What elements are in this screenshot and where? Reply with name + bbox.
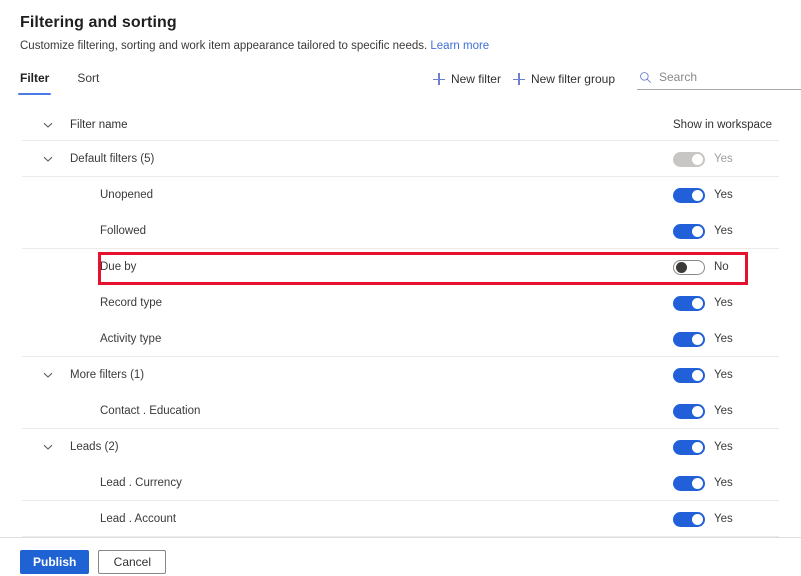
tab-sort[interactable]: Sort: [75, 69, 101, 95]
toggle-label: No: [714, 261, 729, 273]
show-in-workspace-cell: Yes: [673, 475, 733, 491]
chevron-down-icon[interactable]: [42, 369, 54, 381]
table-row[interactable]: Lead . Account Yes: [0, 501, 801, 537]
toggle-label: Yes: [714, 513, 733, 525]
new-filter-button[interactable]: New filter: [427, 69, 507, 89]
show-in-workspace-toggle[interactable]: [673, 511, 705, 527]
footer-actions: Publish Cancel: [20, 550, 167, 574]
show-in-workspace-cell: No: [673, 259, 729, 275]
search-icon: [640, 71, 652, 83]
toggle-label: Yes: [714, 153, 733, 165]
show-in-workspace-toggle[interactable]: [673, 259, 705, 275]
page-subtitle: Customize filtering, sorting and work it…: [20, 39, 781, 53]
toggle-knob: [692, 477, 703, 489]
cancel-button[interactable]: Cancel: [98, 550, 167, 574]
toggle-knob: [692, 153, 703, 165]
show-in-workspace-cell: Yes: [673, 151, 733, 167]
show-in-workspace-toggle[interactable]: [673, 295, 705, 311]
page-title: Filtering and sorting: [20, 14, 177, 31]
toggle-knob: [676, 261, 687, 273]
search-box[interactable]: [637, 68, 801, 90]
show-in-workspace-toggle[interactable]: [673, 439, 705, 455]
show-in-workspace-cell: Yes: [673, 223, 733, 239]
toggle-label: Yes: [714, 333, 733, 345]
new-filter-group-button[interactable]: New filter group: [507, 69, 621, 89]
toggle-label: Yes: [714, 369, 733, 381]
show-in-workspace-toggle[interactable]: [673, 223, 705, 239]
table-row[interactable]: Leads (2) Yes: [0, 429, 801, 465]
search-input[interactable]: [659, 70, 799, 84]
show-in-workspace-toggle[interactable]: [673, 403, 705, 419]
tab-filter[interactable]: Filter: [18, 69, 52, 95]
table-header-row: Filter name Show in workspace: [0, 109, 801, 141]
new-filter-label: New filter: [450, 72, 501, 86]
command-bar-actions: New filter New filter group: [427, 68, 801, 90]
toggle-knob: [692, 513, 703, 525]
learn-more-link[interactable]: Learn more: [430, 40, 489, 52]
table-row[interactable]: Unopened Yes: [0, 177, 801, 213]
show-in-workspace-cell: Yes: [673, 439, 733, 455]
tab-list: Filter Sort: [18, 69, 101, 95]
show-in-workspace-toggle[interactable]: [673, 187, 705, 203]
toggle-knob: [692, 405, 703, 417]
table-row[interactable]: Due by No: [0, 249, 801, 285]
table-row[interactable]: Lead . Currency Yes: [0, 465, 801, 501]
command-bar: Filter Sort New filter New filter group: [0, 65, 801, 107]
footer-divider: [0, 537, 801, 538]
publish-button[interactable]: Publish: [20, 550, 90, 574]
toggle-label: Yes: [714, 297, 733, 309]
table-row[interactable]: Followed Yes: [0, 213, 801, 249]
plus-icon: [512, 73, 525, 85]
toggle-label: Yes: [714, 405, 733, 417]
table-row[interactable]: Activity type Yes: [0, 321, 801, 357]
row-expand-cell[interactable]: [0, 369, 70, 381]
toggle-knob: [692, 369, 703, 381]
filters-table: Filter name Show in workspace Default fi…: [0, 109, 801, 537]
toggle-label: Yes: [714, 225, 733, 237]
show-in-workspace-cell: Yes: [673, 187, 733, 203]
toggle-label: Yes: [714, 189, 733, 201]
table-row[interactable]: More filters (1) Yes: [0, 357, 801, 393]
page-subtitle-text: Customize filtering, sorting and work it…: [20, 40, 428, 52]
toggle-knob: [692, 297, 703, 309]
new-filter-group-label: New filter group: [530, 72, 615, 86]
page-header: Filtering and sorting Customize filterin…: [0, 0, 801, 53]
table-row[interactable]: Record type Yes: [0, 285, 801, 321]
toggle-knob: [692, 333, 703, 345]
plus-icon: [432, 73, 445, 85]
collapse-all-cell[interactable]: [0, 119, 70, 131]
chevron-down-icon[interactable]: [42, 441, 54, 453]
chevron-down-icon[interactable]: [42, 119, 54, 131]
table-body: Default filters (5) Yes Unopened Yes Followe…: [0, 141, 801, 537]
toggle-knob: [692, 441, 703, 453]
show-in-workspace-cell: Yes: [673, 295, 733, 311]
show-in-workspace-cell: Yes: [673, 511, 733, 527]
column-header-show-in-workspace: Show in workspace: [673, 119, 773, 131]
show-in-workspace-cell: Yes: [673, 403, 733, 419]
show-in-workspace-toggle[interactable]: [673, 331, 705, 347]
toggle-knob: [692, 225, 703, 237]
row-expand-cell[interactable]: [0, 153, 70, 165]
show-in-workspace-toggle: [673, 151, 705, 167]
table-row[interactable]: Contact . Education Yes: [0, 393, 801, 429]
row-expand-cell[interactable]: [0, 441, 70, 453]
show-in-workspace-cell: Yes: [673, 331, 733, 347]
toggle-knob: [692, 189, 703, 201]
toggle-label: Yes: [714, 441, 733, 453]
toggle-label: Yes: [714, 477, 733, 489]
show-in-workspace-cell: Yes: [673, 367, 733, 383]
show-in-workspace-toggle[interactable]: [673, 475, 705, 491]
show-in-workspace-toggle[interactable]: [673, 367, 705, 383]
table-row[interactable]: Default filters (5) Yes: [0, 141, 801, 177]
chevron-down-icon[interactable]: [42, 153, 54, 165]
